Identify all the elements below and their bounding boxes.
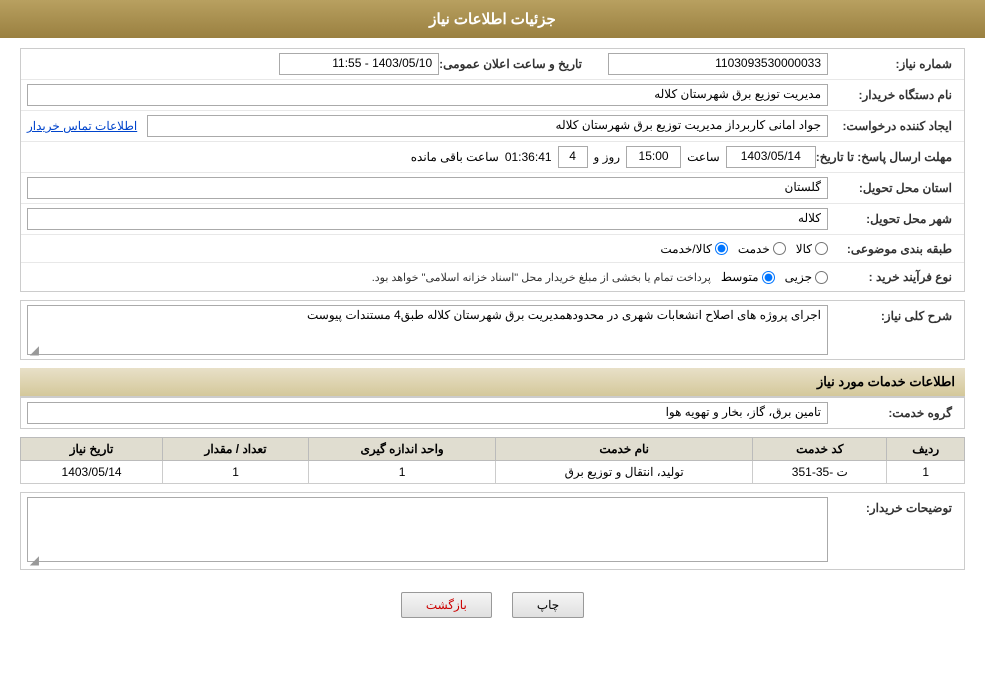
row-description: شرح کلی نیاز: اجرای پروژه های اصلاح انشع… [21, 301, 964, 359]
page-title: جزئیات اطلاعات نیاز [429, 11, 556, 28]
deadline-remaining-label: ساعت باقی مانده [411, 150, 499, 164]
buyer-org-label: نام دستگاه خریدار: [828, 88, 958, 102]
category-radio-group: کالا خدمت کالا/خدمت [660, 242, 828, 256]
deadline-days-label: روز و [594, 150, 621, 164]
services-section-header: اطلاعات خدمات مورد نیاز [20, 368, 965, 397]
cell-date: 1403/05/14 [21, 461, 163, 484]
page-header: جزئیات اطلاعات نیاز [0, 0, 985, 38]
services-table: ردیف کد خدمت نام خدمت واحد اندازه گیری ت… [20, 437, 965, 484]
services-table-section: ردیف کد خدمت نام خدمت واحد اندازه گیری ت… [20, 437, 965, 484]
form-section-notes: توضیحات خریدار: ◢ [20, 492, 965, 570]
buyer-notes-label: توضیحات خریدار: [828, 497, 958, 515]
category-label: طبقه بندی موضوعی: [828, 242, 958, 256]
cell-row-num: 1 [887, 461, 965, 484]
creator-label: ایجاد کننده درخواست: [828, 119, 958, 133]
resize-handle-description: ◢ [27, 343, 39, 355]
date-label: تاریخ و ساعت اعلان عمومی: [439, 57, 588, 71]
notes-wrapper: ◢ [27, 497, 828, 565]
deadline-days: 4 [558, 146, 588, 168]
deadline-remaining-time: 01:36:41 [505, 150, 552, 164]
category-option-kala: کالا [796, 242, 828, 256]
deadline-time-label: ساعت [687, 150, 720, 164]
category-radio-kala-khedmat[interactable] [715, 242, 728, 255]
description-label: شرح کلی نیاز: [828, 305, 958, 323]
service-group-value: تامین برق، گاز، بخار و تهویه هوا [27, 402, 828, 424]
deadline-label: مهلت ارسال پاسخ: تا تاریخ: [816, 150, 958, 164]
cell-unit: 1 [309, 461, 496, 484]
deadline-date: 1403/05/14 [726, 146, 816, 168]
button-row: چاپ بازگشت [20, 578, 965, 632]
services-header-text: اطلاعات خدمات مورد نیاز [817, 374, 955, 389]
province-label: استان محل تحویل: [828, 181, 958, 195]
category-option-kala-khedmat: کالا/خدمت [660, 242, 727, 256]
resize-handle-notes: ◢ [27, 553, 39, 565]
row-deadline: مهلت ارسال پاسخ: تا تاریخ: 1403/05/14 سا… [21, 142, 964, 173]
col-quantity: تعداد / مقدار [163, 438, 309, 461]
table-row: 1 ت -35-351 تولید، انتقال و توزیع برق 1 … [21, 461, 965, 484]
city-value: کلاله [27, 208, 828, 230]
row-service-group: گروه خدمت: تامین برق، گاز، بخار و تهویه … [21, 398, 964, 428]
purchase-type-note: پرداخت تمام یا بخشی از مبلغ خریدار محل "… [372, 271, 711, 284]
row-city: شهر محل تحویل: کلاله [21, 204, 964, 235]
category-radio-khedmat[interactable] [773, 242, 786, 255]
cell-name: تولید، انتقال و توزیع برق [496, 461, 753, 484]
back-button[interactable]: بازگشت [401, 592, 492, 618]
row-province: استان محل تحویل: گلستان [21, 173, 964, 204]
row-category: طبقه بندی موضوعی: کالا خدمت کالا/خدمت [21, 235, 964, 263]
col-unit: واحد اندازه گیری [309, 438, 496, 461]
form-section-description: شرح کلی نیاز: اجرای پروژه های اصلاح انشع… [20, 300, 965, 360]
table-header-row: ردیف کد خدمت نام خدمت واحد اندازه گیری ت… [21, 438, 965, 461]
purchase-type-label: نوع فرآیند خرید : [828, 270, 958, 284]
contact-link[interactable]: اطلاعات تماس خریدار [27, 119, 137, 133]
purchase-type-motavasset: متوسط [721, 270, 775, 284]
purchase-type-jozi: جزیی [785, 270, 828, 284]
city-label: شهر محل تحویل: [828, 212, 958, 226]
description-wrapper: اجرای پروژه های اصلاح انشعابات شهری در م… [27, 305, 828, 355]
cell-quantity: 1 [163, 461, 309, 484]
category-radio-kala[interactable] [815, 242, 828, 255]
row-buyer-org: نام دستگاه خریدار: مدیریت توزیع برق شهرس… [21, 80, 964, 111]
creator-value: جواد امانی کاربرداز مدیریت توزیع برق شهر… [147, 115, 828, 137]
description-value: اجرای پروژه های اصلاح انشعابات شهری در م… [27, 305, 828, 355]
cell-code: ت -35-351 [753, 461, 887, 484]
deadline-group: 1403/05/14 ساعت 15:00 روز و 4 01:36:41 س… [27, 146, 816, 168]
col-date: تاریخ نیاز [21, 438, 163, 461]
row-purchase-type: نوع فرآیند خرید : جزیی متوسط پرداخت تمام… [21, 263, 964, 291]
form-section-top: شماره نیاز: 1103093530000033 تاریخ و ساع… [20, 48, 965, 292]
row-creator: ایجاد کننده درخواست: جواد امانی کاربرداز… [21, 111, 964, 142]
need-number-value: 1103093530000033 [608, 53, 828, 75]
col-code: کد خدمت [753, 438, 887, 461]
province-value: گلستان [27, 177, 828, 199]
purchase-type-radio-motavasset[interactable] [762, 271, 775, 284]
category-option-khedmat: خدمت [738, 242, 786, 256]
row-buyer-notes: توضیحات خریدار: ◢ [21, 493, 964, 569]
purchase-type-radio-group: جزیی متوسط [721, 270, 828, 284]
deadline-time: 15:00 [626, 146, 681, 168]
buyer-org-value: مدیریت توزیع برق شهرستان کلاله [27, 84, 828, 106]
print-button[interactable]: چاپ [512, 592, 584, 618]
main-content: شماره نیاز: 1103093530000033 تاریخ و ساع… [0, 38, 985, 642]
date-value: 1403/05/10 - 11:55 [279, 53, 439, 75]
col-row-num: ردیف [887, 438, 965, 461]
service-group-label: گروه خدمت: [828, 406, 958, 420]
page-container: جزئیات اطلاعات نیاز شماره نیاز: 11030935… [0, 0, 985, 691]
row-need-number: شماره نیاز: 1103093530000033 تاریخ و ساع… [21, 49, 964, 80]
form-section-services: گروه خدمت: تامین برق، گاز، بخار و تهویه … [20, 397, 965, 429]
purchase-type-radio-jozi[interactable] [815, 271, 828, 284]
col-name: نام خدمت [496, 438, 753, 461]
need-number-label: شماره نیاز: [828, 57, 958, 71]
buyer-notes-textarea[interactable] [27, 497, 828, 562]
